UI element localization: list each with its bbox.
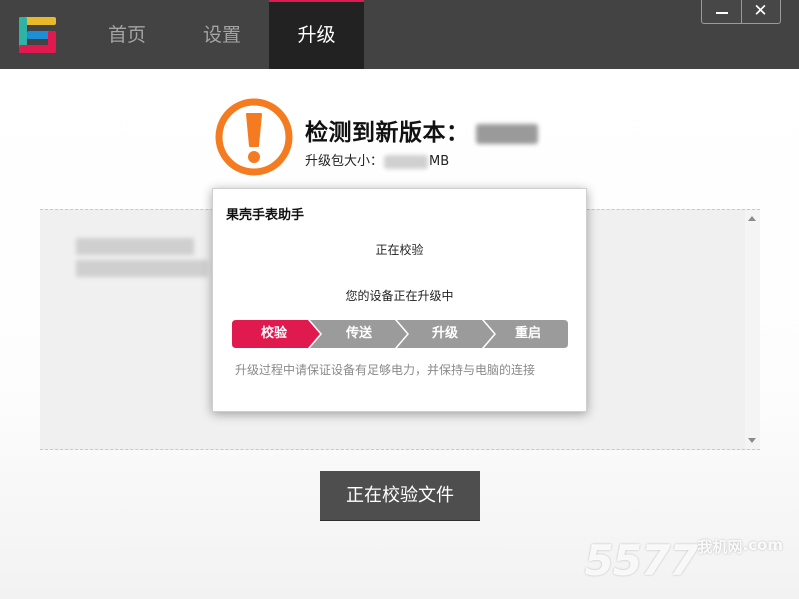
step-upgrade: 升级 <box>431 326 458 341</box>
window-controls: ✕ <box>701 0 781 24</box>
watermark-number: 5577 <box>584 536 699 585</box>
watermark: 5577我机网.com <box>585 536 783 585</box>
watermark-domain: .com <box>742 536 783 554</box>
scrollbar[interactable] <box>745 210 760 449</box>
app-logo-icon <box>19 17 56 53</box>
scroll-up-icon[interactable] <box>748 216 756 221</box>
progress-steps: 校验 传送 升级 重启 <box>232 320 568 348</box>
close-button[interactable]: ✕ <box>741 0 780 23</box>
update-title: 检测到新版本： <box>305 113 538 147</box>
dialog-description: 您的设备正在升级中 <box>345 289 454 303</box>
version-redacted <box>475 123 538 144</box>
minimize-button[interactable] <box>702 0 742 23</box>
tab-settings[interactable]: 设置 <box>189 0 255 69</box>
tab-home[interactable]: 首页 <box>94 0 160 69</box>
step-verify: 校验 <box>260 326 287 341</box>
dialog-title: 果壳手表助手 <box>226 208 305 223</box>
title-bar: 首页 设置 升级 ✕ <box>0 0 799 69</box>
size-redacted <box>384 154 429 169</box>
dialog-tip: 升级过程中请保证设备有足够电力，并保持与电脑的连接 <box>235 363 536 377</box>
package-size-label: 升级包大小： <box>305 154 384 169</box>
close-icon: ✕ <box>753 1 768 21</box>
notes-line-redacted <box>76 238 194 255</box>
watermark-sub: 我机网 <box>697 538 743 556</box>
notes-line-redacted <box>76 260 208 277</box>
upgrade-dialog: 果壳手表助手 正在校验 您的设备正在升级中 校验 传送 升级 重启 升级过程中请… <box>212 188 587 412</box>
scroll-down-icon[interactable] <box>748 438 756 443</box>
minimize-icon <box>715 12 728 14</box>
step-transfer: 传送 <box>345 326 372 341</box>
update-title-text: 检测到新版本： <box>305 120 470 146</box>
dialog-status: 正在校验 <box>375 243 424 257</box>
verifying-file-button[interactable]: 正在校验文件 <box>320 471 480 521</box>
package-size: 升级包大小： MB <box>305 150 449 169</box>
step-restart: 重启 <box>514 326 541 341</box>
tab-upgrade[interactable]: 升级 <box>269 0 364 69</box>
package-size-unit: MB <box>429 154 450 169</box>
alert-icon <box>215 98 293 176</box>
